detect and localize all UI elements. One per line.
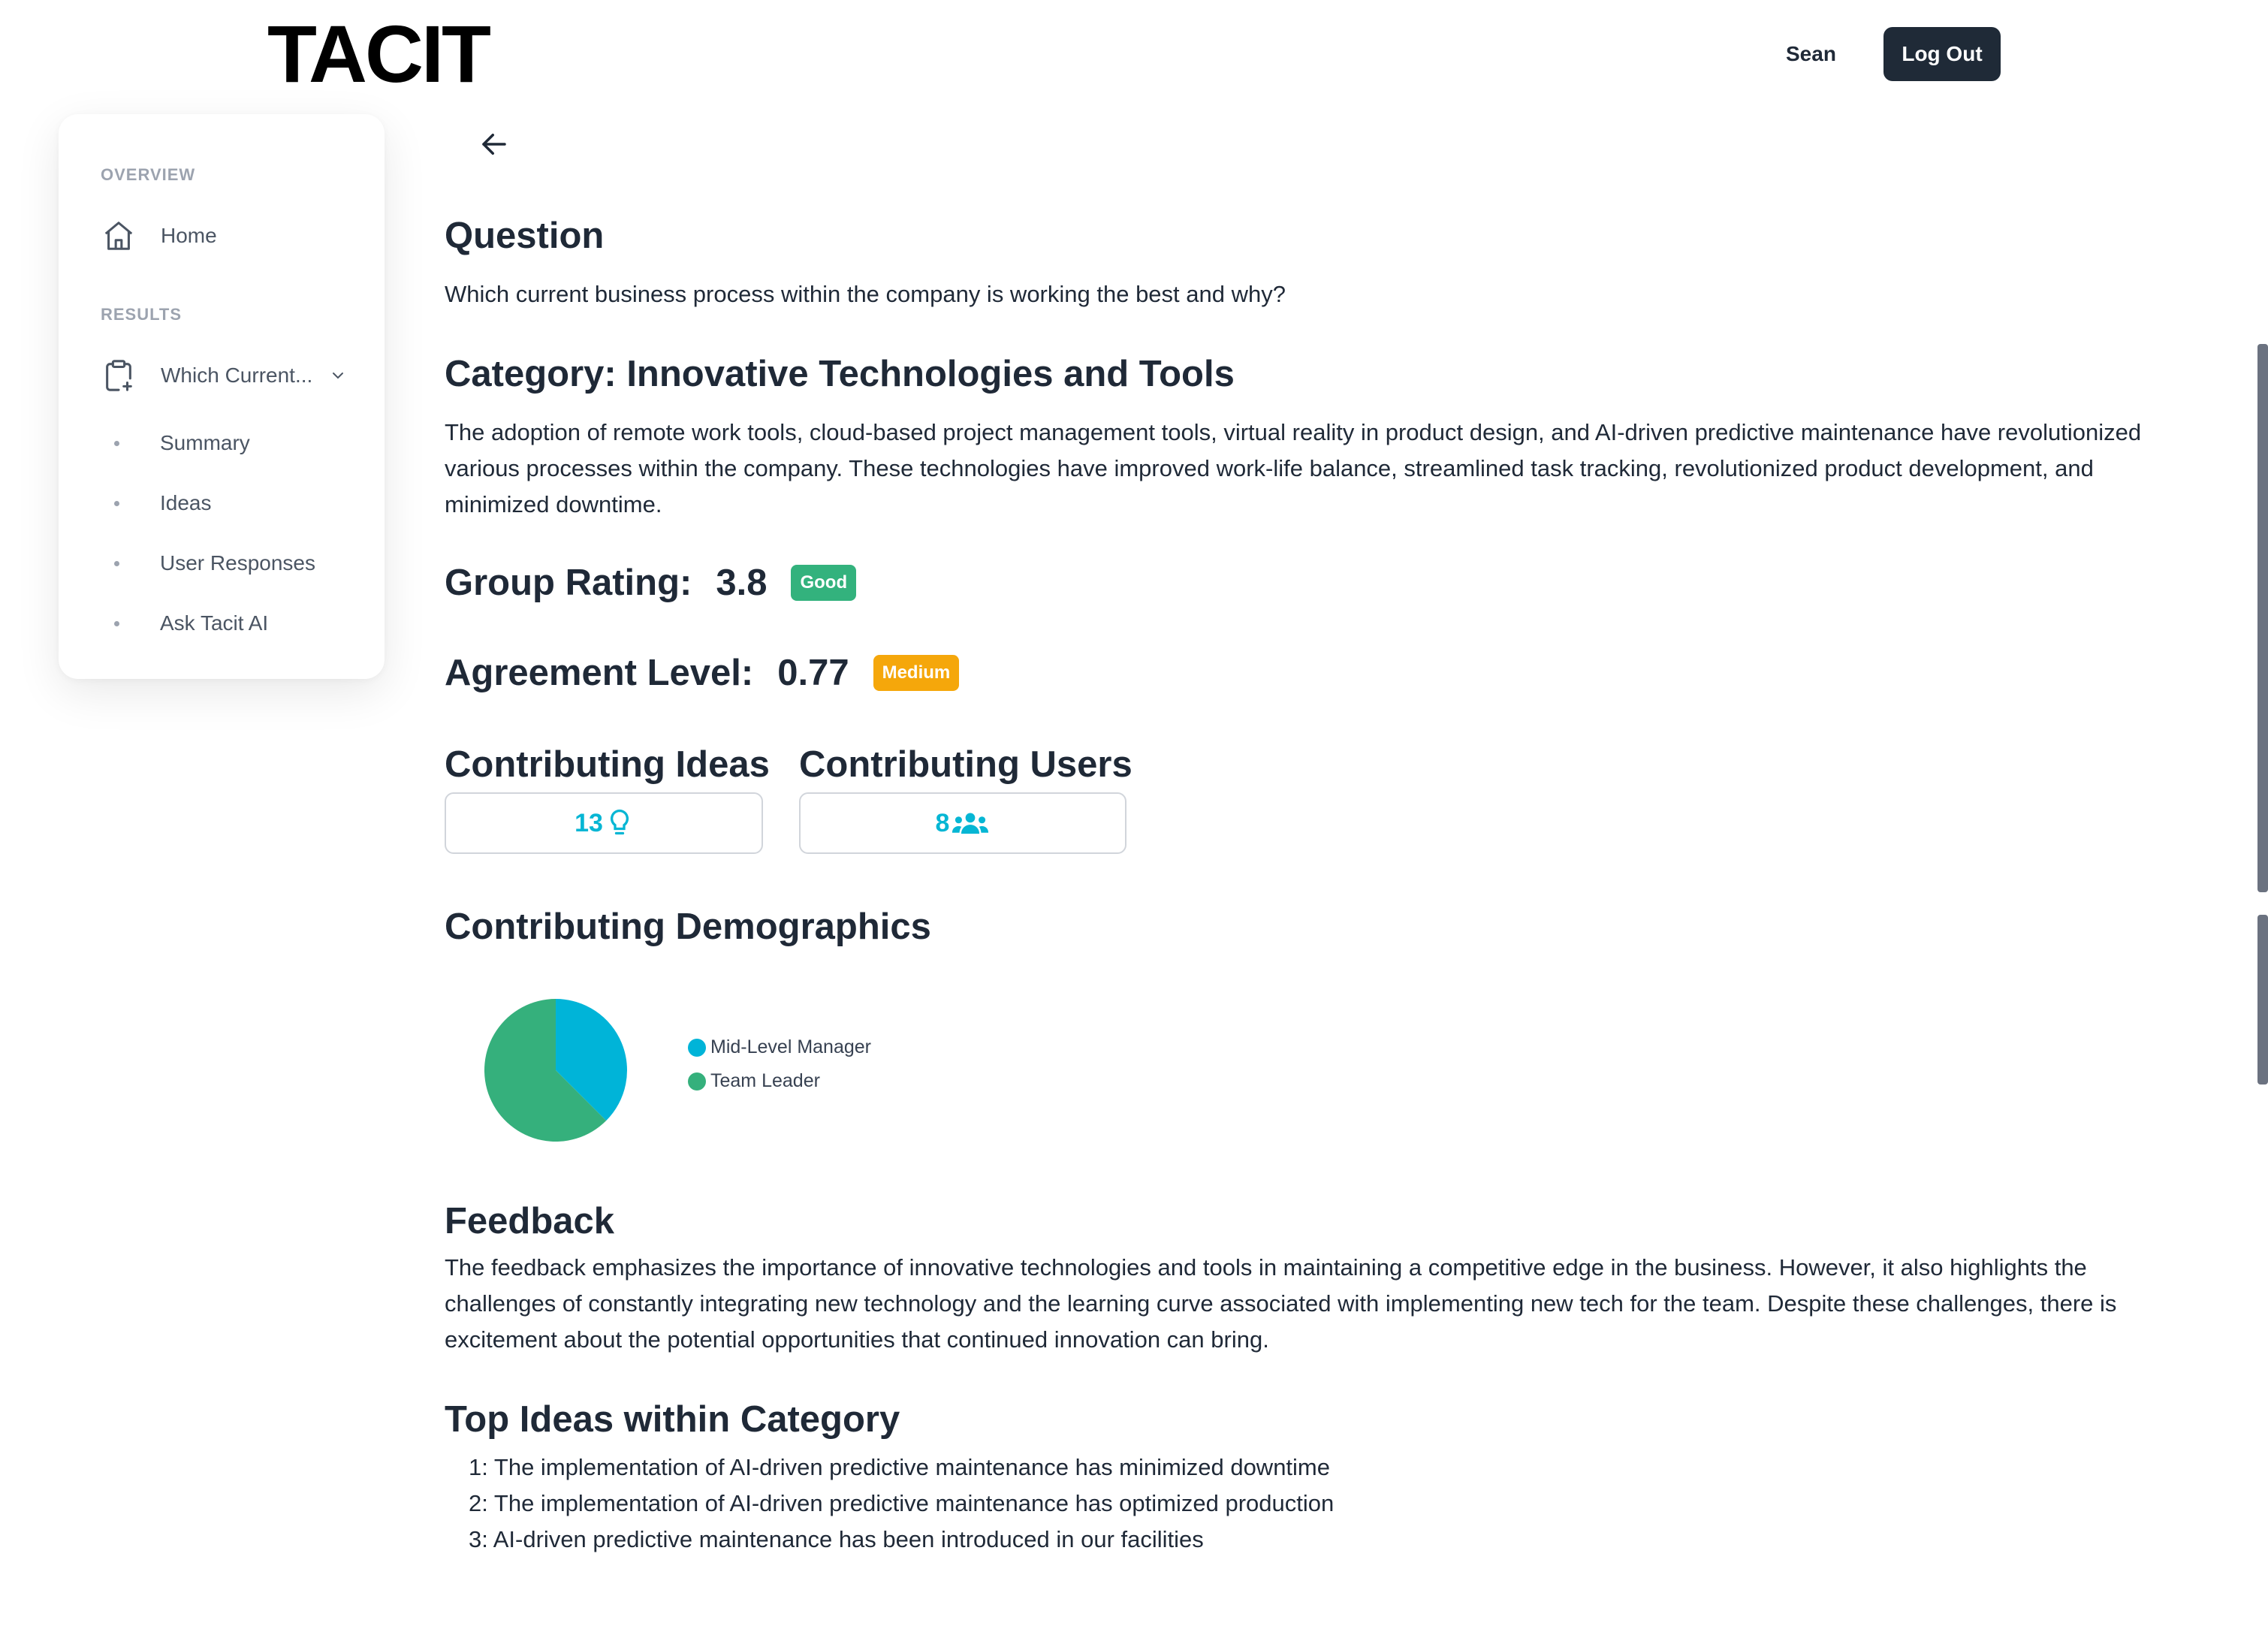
contributing-users-heading: Contributing Users [799, 744, 1132, 785]
sidebar-item-label: Ideas [160, 491, 212, 514]
legend-swatch [688, 1072, 706, 1091]
bullet-dot [114, 560, 119, 566]
chevron-down-icon[interactable] [329, 367, 347, 385]
sidebar-item-summary[interactable]: Summary [114, 431, 250, 455]
sidebar-item-label: User Responses [160, 551, 315, 575]
scrollbar-thumb-secondary[interactable] [2257, 915, 2268, 1085]
bullet-dot [114, 620, 119, 626]
legend-label: Team Leader [710, 1070, 820, 1091]
category-heading: Category: Innovative Technologies and To… [445, 354, 1235, 394]
sidebar-item-ideas[interactable]: Ideas [114, 491, 212, 515]
users-count: 8 [935, 808, 950, 837]
sidebar-item-ask-tacit-ai[interactable]: Ask Tacit AI [114, 611, 268, 635]
lightbulb-icon [606, 808, 633, 838]
agreement-level-label: Agreement Level: [445, 653, 754, 693]
sidebar-item-label: Ask Tacit AI [160, 611, 269, 635]
sidebar-item-home[interactable]: Home [101, 218, 217, 254]
bullet-dot [114, 500, 119, 506]
sidebar-section-results: RESULTS [101, 305, 182, 324]
agreement-level: Agreement Level: 0.77 Medium [445, 652, 960, 694]
demographics-pie-chart [484, 999, 627, 1142]
sidebar-section-overview: OVERVIEW [101, 165, 196, 184]
legend-item-mid-level-manager[interactable]: Mid-Level Manager [688, 1036, 871, 1058]
contributing-users-box[interactable]: 8 [799, 792, 1126, 854]
legend-label: Mid-Level Manager [710, 1036, 871, 1057]
bullet-dot [114, 440, 119, 446]
agreement-badge: Medium [873, 655, 960, 691]
contributing-ideas-box[interactable]: 13 [445, 792, 763, 854]
back-button[interactable] [472, 125, 517, 164]
sidebar: OVERVIEW Home RESULTS Which Current... S… [59, 114, 385, 679]
sidebar-item-label: Which Current... [161, 364, 313, 387]
top-idea-item: 3: AI-driven predictive maintenance has … [469, 1526, 1204, 1552]
group-rating: Group Rating: 3.8 Good [445, 562, 857, 604]
question-text: Which current business process within th… [445, 281, 1286, 307]
legend-item-team-leader[interactable]: Team Leader [688, 1070, 820, 1092]
sidebar-item-user-responses[interactable]: User Responses [114, 551, 315, 575]
logout-button[interactable]: Log Out [1883, 27, 2001, 81]
feedback-heading: Feedback [445, 1201, 615, 1241]
top-ideas-heading: Top Ideas within Category [445, 1399, 900, 1440]
feedback-text: The feedback emphasizes the importance o… [445, 1254, 2117, 1353]
sidebar-item-label: Summary [160, 431, 250, 454]
category-description: The adoption of remote work tools, cloud… [445, 419, 2142, 517]
users-icon [951, 810, 990, 836]
group-rating-value: 3.8 [716, 563, 768, 603]
legend-swatch [688, 1038, 706, 1057]
user-name: Sean [1786, 42, 1836, 65]
agreement-level-value: 0.77 [777, 653, 849, 693]
rating-badge: Good [791, 565, 857, 601]
question-heading: Question [445, 216, 605, 256]
home-icon [101, 218, 137, 254]
top-idea-item: 1: The implementation of AI-driven predi… [469, 1454, 1330, 1480]
ideas-count: 13 [575, 808, 603, 837]
clipboard-plus-icon [101, 357, 137, 394]
sidebar-item-label: Home [161, 224, 217, 247]
arrow-left-icon [482, 134, 506, 155]
demographics-heading: Contributing Demographics [445, 907, 931, 947]
group-rating-label: Group Rating: [445, 563, 692, 603]
tacit-logo[interactable]: TACIT [267, 14, 491, 95]
top-idea-item: 2: The implementation of AI-driven predi… [469, 1490, 1335, 1516]
scrollbar-thumb[interactable] [2257, 344, 2268, 892]
sidebar-item-question[interactable]: Which Current... [101, 357, 347, 394]
contributing-ideas-heading: Contributing Ideas [445, 744, 770, 785]
